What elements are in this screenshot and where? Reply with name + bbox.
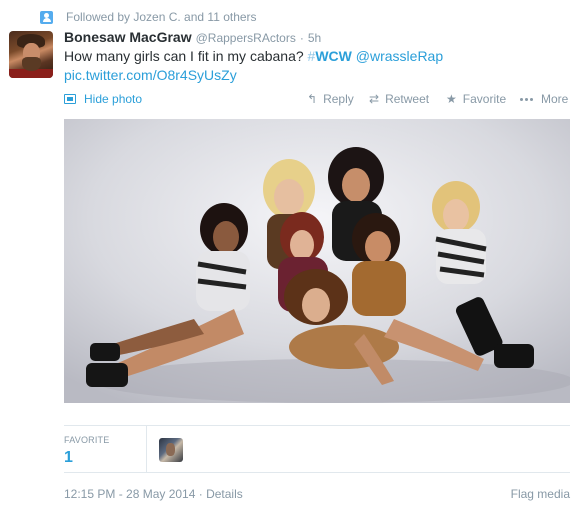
- more-button[interactable]: More: [520, 92, 568, 106]
- photo-icon: [64, 94, 76, 104]
- favorite-stat-count[interactable]: 1: [64, 449, 73, 467]
- hashtag-link[interactable]: #WCW: [308, 48, 352, 64]
- tweet-actions: Hide photo ↰ Reply ⇄ Retweet ★ Favorite …: [64, 92, 570, 108]
- hide-photo-label: Hide photo: [84, 92, 143, 106]
- more-dots-icon: [520, 97, 533, 101]
- tweet-date-details[interactable]: 12:15 PM - 28 May 2014 · Details: [64, 487, 243, 501]
- header-separator: ·: [299, 31, 304, 45]
- favorite-label: Favorite: [462, 92, 507, 106]
- favorite-button[interactable]: ★ Favorite: [446, 92, 506, 106]
- more-label: More: [541, 92, 569, 106]
- hashtag-text: WCW: [315, 48, 352, 64]
- tweet-text-body: How many girls can I fit in my cabana?: [64, 48, 304, 64]
- favoriter-avatar[interactable]: [159, 438, 183, 462]
- tweet-header: Bonesaw MacGraw @RappersRActors · 5h: [64, 29, 321, 45]
- mention-link[interactable]: @wrassleRap: [356, 48, 443, 64]
- tweet-stats: FAVORITE 1: [64, 425, 570, 473]
- favorite-stat-label: FAVORITE: [64, 435, 110, 445]
- stats-divider: [146, 426, 147, 472]
- author-fullname[interactable]: Bonesaw MacGraw: [64, 29, 192, 45]
- retweet-icon: ⇄: [369, 92, 380, 106]
- reply-icon: ↰: [307, 92, 318, 106]
- social-context-text: Followed by Jozen C. and 11 others: [66, 10, 257, 24]
- reply-button[interactable]: ↰ Reply: [307, 92, 354, 106]
- flag-media-link[interactable]: Flag media: [511, 487, 570, 501]
- author-username[interactable]: @RappersRActors: [196, 31, 296, 45]
- star-icon: ★: [446, 92, 457, 106]
- media-link[interactable]: pic.twitter.com/O8r4SyUsZy: [64, 67, 237, 83]
- social-context: Followed by Jozen C. and 11 others: [40, 9, 257, 25]
- tweet-photo[interactable]: [64, 119, 570, 403]
- reply-label: Reply: [323, 92, 354, 106]
- retweet-label: Retweet: [385, 92, 430, 106]
- hide-photo-button[interactable]: Hide photo: [64, 92, 142, 106]
- tweet-timestamp[interactable]: 5h: [308, 31, 321, 45]
- avatar[interactable]: [9, 31, 53, 78]
- person-icon: [40, 10, 53, 24]
- photo-image: [64, 119, 570, 403]
- retweet-button[interactable]: ⇄ Retweet: [369, 92, 429, 106]
- tweet-text: How many girls can I fit in my cabana? #…: [64, 47, 564, 85]
